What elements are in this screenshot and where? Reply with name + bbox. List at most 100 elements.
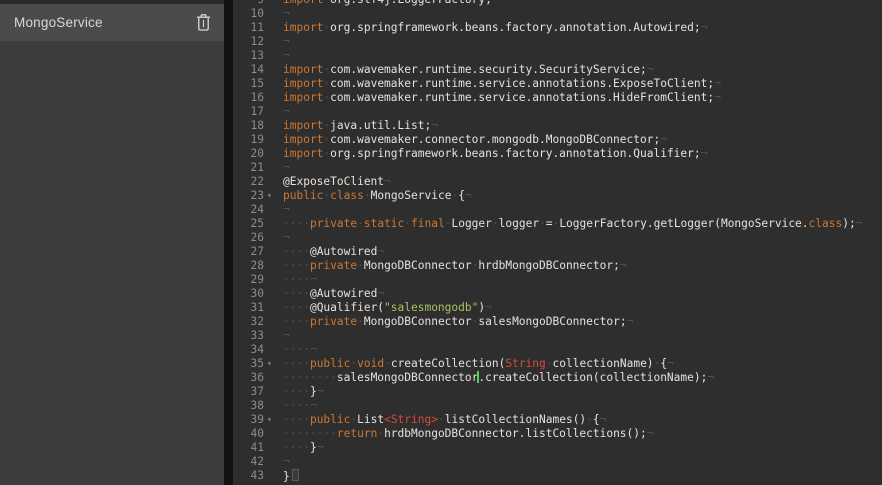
token-text: ·MongoService·{ xyxy=(364,189,465,202)
fold-toggle-icon[interactable]: ▾ xyxy=(264,357,283,371)
end-of-line-marker: ¬ xyxy=(667,357,674,370)
token-text: ·com.wavemaker.runtime.service.annotatio… xyxy=(323,77,714,90)
whitespace-dots: · xyxy=(546,357,553,370)
token-text: ·listCollectionNames()·{ xyxy=(438,413,600,426)
code-text: ····public·void·createCollection(String·… xyxy=(283,357,882,371)
code-line[interactable]: 24¬ xyxy=(233,203,882,217)
end-of-line-marker: ¬ xyxy=(485,301,492,314)
code-line[interactable]: 10¬ xyxy=(233,7,882,21)
code-line[interactable]: 13¬ xyxy=(233,49,882,63)
code-line[interactable]: 35▾····public·void·createCollection(Stri… xyxy=(233,357,882,371)
token-text: ···· xyxy=(283,259,310,272)
token-keyword: import xyxy=(283,147,323,160)
end-of-line-marker: ¬ xyxy=(377,245,384,258)
code-line[interactable]: 43} xyxy=(233,469,882,483)
code-line[interactable]: 34····¬ xyxy=(233,343,882,357)
delete-service-button[interactable] xyxy=(192,12,214,34)
code-text: ¬ xyxy=(283,455,882,469)
token-text: ····} xyxy=(283,441,317,454)
whitespace-dots: · xyxy=(357,217,364,230)
fold-toggle-icon[interactable]: ▾ xyxy=(264,413,283,427)
line-number: 15 xyxy=(233,77,264,91)
line-number: 32 xyxy=(233,315,264,329)
code-line[interactable]: 39▾····public·List<String>·listCollectio… xyxy=(233,413,882,427)
gutter-spacer xyxy=(264,35,283,49)
token-type: String xyxy=(505,357,545,370)
service-list-item-mongoservice[interactable]: MongoService xyxy=(0,4,224,41)
code-text: ····¬ xyxy=(283,273,882,287)
code-text: ····private·static·final·Logger·logger·=… xyxy=(283,217,882,231)
token-keyword: import xyxy=(283,119,323,132)
end-of-line-marker: ¬ xyxy=(317,385,324,398)
gutter-spacer xyxy=(264,203,283,217)
code-line[interactable]: 22 @ExposeToClient¬ xyxy=(233,175,882,189)
code-line[interactable]: 14import·com.wavemaker.runtime.security.… xyxy=(233,63,882,77)
gutter-spacer xyxy=(264,371,283,385)
line-number: 39 xyxy=(233,413,264,427)
end-of-line-marker: ¬ xyxy=(283,105,290,118)
gutter-spacer xyxy=(264,105,283,119)
end-of-line-marker: ¬ xyxy=(310,343,317,356)
token-text: ·Logger·logger·=·LoggerFactory.getLogger… xyxy=(445,217,809,230)
code-line[interactable]: 41····}¬ xyxy=(233,441,882,455)
code-line[interactable]: 27····@Autowired¬ xyxy=(233,245,882,259)
code-text: import·org.slf4j.LoggerFactory;¬ xyxy=(283,0,882,7)
end-of-line-marker: ¬ xyxy=(283,49,290,62)
code-line[interactable]: 31····@Qualifier("salesmongodb")¬ xyxy=(233,301,882,315)
end-of-line-marker: ¬ xyxy=(620,259,627,272)
code-line[interactable]: 38····¬ xyxy=(233,399,882,413)
code-line[interactable]: 36········salesMongoDBConnector.createCo… xyxy=(233,371,882,385)
whitespace-dots: · xyxy=(350,357,357,370)
code-line[interactable]: 16import·com.wavemaker.runtime.service.a… xyxy=(233,91,882,105)
code-line[interactable]: 29····¬ xyxy=(233,273,882,287)
gutter-spacer xyxy=(264,259,283,273)
code-editor[interactable]: 9 import·org.slf4j.LoggerFactory;¬10¬11im… xyxy=(233,0,882,485)
fold-toggle-icon[interactable]: ▾ xyxy=(264,189,283,203)
code-text: @ExposeToClient¬ xyxy=(283,175,882,189)
code-line[interactable]: 26¬ xyxy=(233,231,882,245)
line-number: 38 xyxy=(233,399,264,413)
panel-resize-divider[interactable] xyxy=(224,0,233,485)
code-line[interactable]: 15import·com.wavemaker.runtime.service.a… xyxy=(233,77,882,91)
code-line[interactable]: 25····private·static·final·Logger·logger… xyxy=(233,217,882,231)
code-line[interactable]: 12¬ xyxy=(233,35,882,49)
whitespace-dots: ···· xyxy=(283,385,310,398)
code-line[interactable]: 18import·java.util.List;¬ xyxy=(233,119,882,133)
end-of-line-marker: ¬ xyxy=(492,0,499,6)
code-text: ····@Autowired¬ xyxy=(283,287,882,301)
code-line[interactable]: 23▾public·class·MongoService·{¬ xyxy=(233,189,882,203)
gutter-spacer xyxy=(264,119,283,133)
line-number: 22 xyxy=(233,175,264,189)
token-keyword: import xyxy=(283,0,323,6)
wavemaker-java-service-editor: MongoService 9 import·org.slf4j.LoggerFac… xyxy=(0,0,882,485)
code-text: import·com.wavemaker.runtime.security.Se… xyxy=(283,63,882,77)
code-line[interactable]: 11import·org.springframework.beans.facto… xyxy=(233,21,882,35)
code-line[interactable]: 21¬ xyxy=(233,161,882,175)
gutter-spacer xyxy=(264,315,283,329)
token-text: ·org.springframework.beans.factory.annot… xyxy=(323,21,700,34)
end-of-line-marker: ¬ xyxy=(647,63,654,76)
token-text: ····@Qualifier( xyxy=(283,301,384,314)
code-line[interactable]: 17¬ xyxy=(233,105,882,119)
line-number: 36 xyxy=(233,371,264,385)
code-line[interactable]: 30····@Autowired¬ xyxy=(233,287,882,301)
code-lines: 9 import·org.slf4j.LoggerFactory;¬10¬11im… xyxy=(233,0,882,483)
code-line[interactable]: 19import·com.wavemaker.connector.mongodb… xyxy=(233,133,882,147)
code-line[interactable]: 42¬ xyxy=(233,455,882,469)
code-line[interactable]: 20import·org.springframework.beans.facto… xyxy=(233,147,882,161)
whitespace-dots: ···· xyxy=(283,245,310,258)
code-line[interactable]: 9 import·org.slf4j.LoggerFactory;¬ xyxy=(233,0,882,7)
end-of-line-marker: ¬ xyxy=(377,287,384,300)
code-line[interactable]: 37····}¬ xyxy=(233,385,882,399)
code-line[interactable]: 40········return·hrdbMongoDBConnector.li… xyxy=(233,427,882,441)
code-line[interactable]: 32····private·MongoDBConnector·salesMong… xyxy=(233,315,882,329)
line-number: 9 xyxy=(233,0,264,7)
line-number: 24 xyxy=(233,203,264,217)
token-text: } xyxy=(283,470,290,483)
code-line[interactable]: 28····private·MongoDBConnector·hrdbMongo… xyxy=(233,259,882,273)
token-text: ·com.wavemaker.runtime.security.Security… xyxy=(323,63,646,76)
whitespace-dots: · xyxy=(323,0,330,6)
line-number: 35 xyxy=(233,357,264,371)
code-line[interactable]: 33¬ xyxy=(233,329,882,343)
code-text: ¬ xyxy=(283,7,882,21)
